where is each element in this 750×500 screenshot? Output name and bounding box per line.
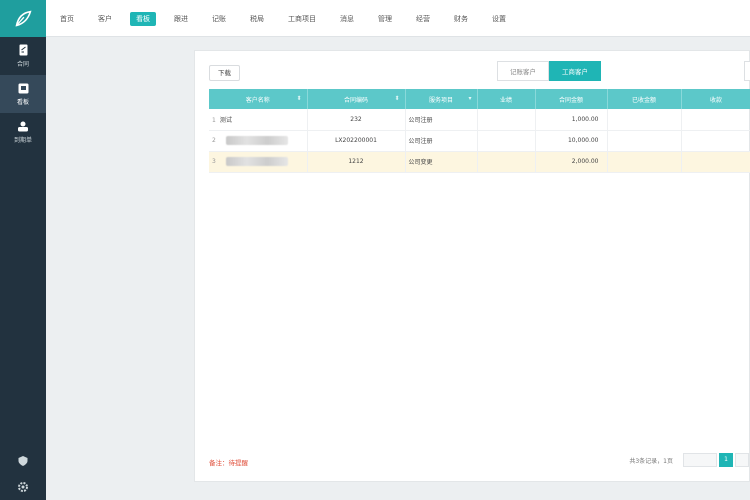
column-header[interactable]: 客户名称 ⬍ xyxy=(209,89,308,109)
nav-item-1[interactable]: 客户 xyxy=(92,12,118,26)
customer-name-cell: 1 测试 xyxy=(209,109,308,131)
edge-button[interactable] xyxy=(744,61,750,81)
column-header-label: 合同编码 xyxy=(343,96,368,104)
sort-icon[interactable]: ⬍ xyxy=(296,95,301,102)
contract-amount-cell: 10,000.00 xyxy=(535,130,608,152)
received-amount-cell xyxy=(607,109,682,131)
pagination: 共3条记录，1页 1 xyxy=(629,453,749,467)
nav-item-9[interactable]: 经营 xyxy=(410,12,436,26)
column-header-label: 已收金额 xyxy=(631,96,656,104)
contract-code-cell: 1212 xyxy=(307,151,406,173)
app-logo[interactable] xyxy=(0,0,46,37)
sidebar-item-0[interactable]: 合同 xyxy=(0,37,46,75)
download-button[interactable]: 下载 xyxy=(209,65,240,81)
table-row[interactable]: 2 LX202200001 公司注册 10,000.00 xyxy=(209,130,750,152)
customer-name-cell: 2 xyxy=(209,130,308,152)
main-panel: 下载 记账客户 工商客户 客户名称 ⬍ 合同编码 ⬍ 服务项目 ▾ 业绩 合同金额 已收金额 收款 … xyxy=(194,50,750,482)
footer-note: 备注：待提醒 xyxy=(209,459,248,467)
nav-item-10[interactable]: 财务 xyxy=(448,12,474,26)
performance-cell xyxy=(477,109,536,131)
tab-1[interactable]: 工商客户 xyxy=(549,61,601,81)
column-header[interactable]: 合同金额 xyxy=(535,89,608,109)
redacted-name xyxy=(225,157,288,166)
page-number-button[interactable]: 1 xyxy=(719,453,733,467)
collection-cell xyxy=(681,151,750,173)
panel-footer: 备注：待提醒 共3条记录，1页 1 xyxy=(195,441,749,481)
received-amount-cell xyxy=(607,130,682,152)
service-cell: 公司变更 xyxy=(405,151,478,173)
contracts-table: 客户名称 ⬍ 合同编码 ⬍ 服务项目 ▾ 业绩 合同金额 已收金额 收款 1 测试 232 公司注册 1,… xyxy=(209,89,750,173)
contract-code-cell: LX202200001 xyxy=(307,130,406,152)
table-row[interactable]: 1 测试 232 公司注册 1,000.00 xyxy=(209,109,750,131)
total-records: 共3条记录，1页 xyxy=(629,457,673,465)
column-header-label: 收款 xyxy=(709,96,722,104)
nav-item-2[interactable]: 看板 xyxy=(130,11,156,26)
column-header[interactable]: 服务项目 ▾ xyxy=(405,89,478,109)
next-page-button[interactable] xyxy=(735,453,749,467)
nav-item-11[interactable]: 设置 xyxy=(486,12,512,26)
customer-name-cell: 3 xyxy=(209,151,308,173)
column-header-label: 客户名称 xyxy=(245,96,270,104)
service-cell: 公司注册 xyxy=(405,130,478,152)
board-icon xyxy=(17,82,29,94)
sidebar-item-label: 到期单 xyxy=(13,137,32,144)
sidebar: 合同 看板 到期单 xyxy=(0,0,46,500)
column-header-label: 合同金额 xyxy=(558,96,583,104)
toolbar: 下载 记账客户 工商客户 xyxy=(195,51,750,89)
shield-icon[interactable] xyxy=(0,448,46,474)
nav-item-7[interactable]: 消息 xyxy=(334,12,360,26)
row-index: 3 xyxy=(212,158,216,165)
sidebar-item-label: 看板 xyxy=(16,99,29,106)
sort-icon[interactable]: ⬍ xyxy=(394,95,399,102)
column-header-label: 服务项目 xyxy=(428,96,453,104)
row-index: 2 xyxy=(212,137,216,144)
performance-cell xyxy=(477,130,536,152)
service-cell: 公司注册 xyxy=(405,109,478,131)
top-nav-bar: 首页 客户 看板 跟进 记账 税局 工商项目 消息 管理 经营 财务 设置 xyxy=(46,0,750,37)
customer-name: 测试 xyxy=(219,116,232,124)
redacted-name xyxy=(225,136,288,145)
sidebar-item-1[interactable]: 看板 xyxy=(0,75,46,113)
table-row[interactable]: 3 1212 公司变更 2,000.00 xyxy=(209,151,750,173)
sidebar-item-2[interactable]: 到期单 xyxy=(0,113,46,151)
tab-0[interactable]: 记账客户 xyxy=(497,61,549,81)
row-index: 1 xyxy=(212,116,216,124)
prev-page-button[interactable] xyxy=(683,453,717,467)
customer-type-tabs: 记账客户 工商客户 xyxy=(497,61,601,81)
performance-cell xyxy=(477,151,536,173)
contract-amount-cell: 1,000.00 xyxy=(535,109,608,131)
column-header[interactable]: 合同编码 ⬍ xyxy=(307,89,406,109)
column-header[interactable]: 业绩 xyxy=(477,89,536,109)
nav-item-4[interactable]: 记账 xyxy=(206,12,232,26)
received-amount-cell xyxy=(607,151,682,173)
contract-amount-cell: 2,000.00 xyxy=(535,151,608,173)
sidebar-item-label: 合同 xyxy=(16,61,29,68)
column-header[interactable]: 收款 xyxy=(681,89,750,109)
nav-item-0[interactable]: 首页 xyxy=(54,12,80,26)
column-header[interactable]: 已收金额 xyxy=(607,89,682,109)
collection-cell xyxy=(681,109,750,131)
document-icon xyxy=(17,44,29,56)
leaf-logo-icon xyxy=(15,10,32,27)
contract-code-cell: 232 xyxy=(307,109,406,131)
nav-item-8[interactable]: 管理 xyxy=(372,12,398,26)
user-card-icon xyxy=(17,120,29,132)
collection-cell xyxy=(681,130,750,152)
gear-icon[interactable] xyxy=(0,474,46,500)
nav-item-3[interactable]: 跟进 xyxy=(168,12,194,26)
nav-item-6[interactable]: 工商项目 xyxy=(282,12,322,26)
column-header-label: 业绩 xyxy=(499,96,512,104)
main-nav: 首页 客户 看板 跟进 记账 税局 工商项目 消息 管理 经营 财务 设置 xyxy=(46,0,750,37)
nav-item-5[interactable]: 税局 xyxy=(244,12,270,26)
filter-dropdown-icon[interactable]: ▾ xyxy=(468,95,471,102)
